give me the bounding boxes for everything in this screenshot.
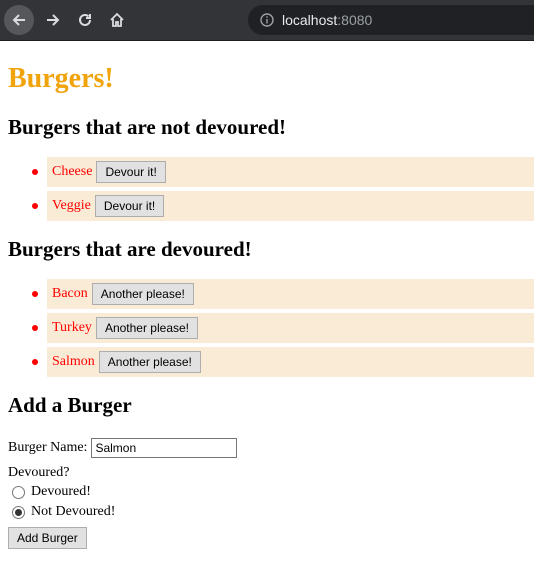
forward-arrow-icon	[47, 14, 60, 26]
burger-name: Cheese	[52, 164, 93, 179]
url-host: localhost	[282, 12, 338, 28]
devoured-option[interactable]: Devoured!	[8, 482, 534, 502]
bullet-icon	[32, 169, 38, 175]
devour-button[interactable]: Devour it!	[96, 161, 166, 183]
bullet-icon	[32, 291, 38, 297]
undevoured-heading: Burgers that are not devoured!	[8, 115, 287, 139]
devoured-option-label: Devoured!	[31, 484, 91, 499]
undevoured-list: Cheese Devour it! Veggie Devour it!	[8, 157, 534, 221]
url-port: :8080	[337, 12, 373, 28]
not-devoured-radio[interactable]	[12, 505, 25, 519]
browser-toolbar: localhost:8080	[0, 0, 534, 41]
not-devoured-option[interactable]: Not Devoured!	[8, 502, 534, 522]
burger-name-label: Burger Name:	[8, 440, 88, 455]
reload-button[interactable]	[70, 5, 100, 35]
devoured-heading: Burgers that are devoured!	[8, 237, 252, 261]
back-arrow-icon	[12, 14, 25, 26]
bullet-icon	[32, 359, 38, 365]
info-icon[interactable]	[259, 12, 275, 28]
page-title: Burgers!	[8, 63, 114, 94]
devoured-list: Bacon Another please! Turkey Another ple…	[8, 279, 534, 377]
home-button[interactable]	[102, 5, 132, 35]
forward-button[interactable]	[38, 5, 68, 35]
burger-name: Veggie	[52, 198, 91, 213]
address-bar[interactable]: localhost:8080	[248, 5, 534, 35]
burger-name: Salmon	[52, 354, 95, 369]
list-item: Bacon Another please!	[32, 279, 534, 309]
add-burger-heading: Add a Burger	[8, 393, 132, 417]
add-burger-button[interactable]: Add Burger	[8, 527, 87, 549]
bullet-icon	[32, 325, 38, 331]
burger-name: Turkey	[52, 320, 92, 335]
burger-name-row: Burger Name: Salmon	[8, 437, 534, 459]
list-item: Cheese Devour it!	[32, 157, 534, 187]
page-content: Burgers! Burgers that are not devoured! …	[0, 61, 534, 549]
devoured-label: Devoured?	[8, 465, 70, 480]
not-devoured-option-label: Not Devoured!	[31, 504, 116, 519]
devoured-radio[interactable]	[12, 485, 25, 499]
another-please-button[interactable]: Another please!	[98, 351, 201, 373]
devour-button[interactable]: Devour it!	[94, 195, 165, 217]
burger-name: Bacon	[52, 286, 88, 301]
burger-name-input[interactable]: Salmon	[91, 438, 238, 458]
another-please-button[interactable]: Another please!	[95, 317, 198, 339]
bullet-icon	[32, 203, 38, 209]
another-please-button[interactable]: Another please!	[91, 283, 194, 305]
add-burger-form: Burger Name: Salmon Devoured? Devoured! …	[8, 437, 534, 549]
list-item: Veggie Devour it!	[32, 191, 534, 221]
list-item: Salmon Another please!	[32, 347, 534, 377]
back-button[interactable]	[4, 5, 34, 35]
home-icon	[110, 12, 124, 27]
reload-icon	[79, 13, 91, 26]
list-item: Turkey Another please!	[32, 313, 534, 343]
